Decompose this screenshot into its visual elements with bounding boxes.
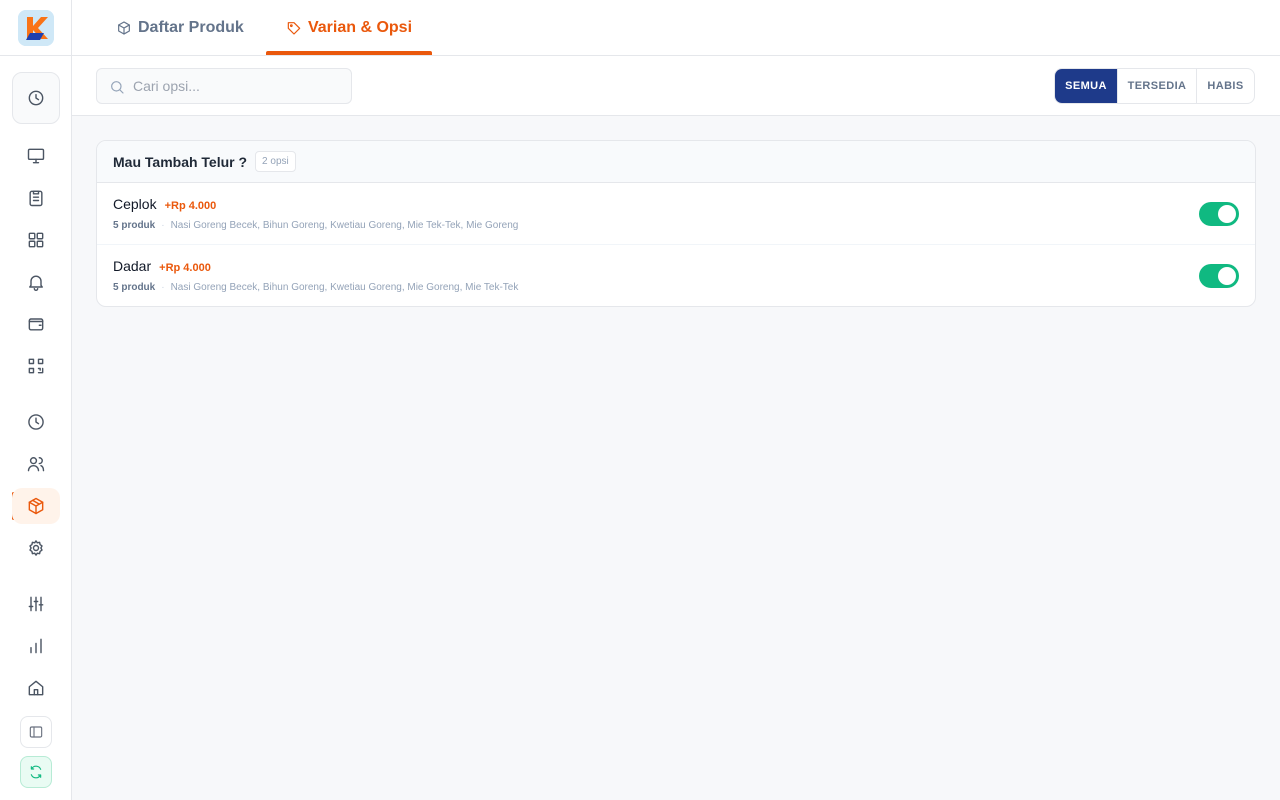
- history-icon: [28, 414, 44, 430]
- filter-tersedia-button[interactable]: TERSEDIA: [1118, 69, 1197, 103]
- separator-dot: ·: [161, 282, 165, 293]
- wallet-icon: [28, 318, 44, 331]
- sync-icon: [30, 765, 42, 779]
- sidebar-item-notifications[interactable]: [12, 264, 60, 300]
- users-icon: [27, 457, 45, 472]
- option-product-count: 5 produk: [113, 220, 156, 231]
- availability-filter: SEMUA TERSEDIA HABIS: [1054, 68, 1255, 104]
- panel-icon: [29, 726, 43, 738]
- option-availability-toggle[interactable]: [1199, 202, 1239, 226]
- filter-toolbar: SEMUA TERSEDIA HABIS: [72, 56, 1280, 116]
- qr-scan-icon: [28, 358, 44, 374]
- option-row: Dadar +Rp 4.000 5 produk · Nasi Goreng B…: [97, 245, 1255, 306]
- clipboard-icon: [29, 190, 43, 207]
- option-row: Ceplok +Rp 4.000 5 produk · Nasi Goreng …: [97, 183, 1255, 245]
- search-icon: [111, 81, 124, 94]
- sidebar-item-qr[interactable]: [12, 348, 60, 384]
- bar-chart-icon: [30, 638, 42, 654]
- option-product-count: 5 produk: [113, 282, 156, 293]
- sidebar-item-settings[interactable]: [12, 530, 60, 566]
- tag-icon: [287, 22, 301, 35]
- sidebar-item-menu[interactable]: [12, 222, 60, 258]
- sidebar-item-store[interactable]: [12, 670, 60, 706]
- sync-button[interactable]: [20, 756, 52, 788]
- sidebar-divider: [0, 55, 72, 56]
- separator-dot: ·: [161, 220, 165, 231]
- active-tab-underline: [266, 51, 432, 55]
- option-product-list: Nasi Goreng Becek, Bihun Goreng, Kwetiau…: [170, 220, 519, 231]
- sidebar-item-orders[interactable]: [12, 180, 60, 216]
- option-count-badge: 2 opsi: [255, 151, 296, 172]
- collapse-sidebar-button[interactable]: [20, 716, 52, 748]
- tab-label: Varian & Opsi: [307, 19, 413, 36]
- bell-icon: [29, 275, 43, 291]
- option-group-header: Mau Tambah Telur ? 2 opsi: [97, 141, 1255, 183]
- search-box: [96, 68, 352, 104]
- grid-icon: [28, 232, 44, 248]
- logo-icon: [18, 10, 54, 46]
- clock-icon: [28, 90, 44, 106]
- top-tab-bar: Daftar Produk Varian & Opsi: [72, 0, 1280, 56]
- sidebar-item-adjustments[interactable]: [12, 586, 60, 622]
- sidebar-item-wallet[interactable]: [12, 306, 60, 342]
- sidebar-item-customers[interactable]: [12, 446, 60, 482]
- search-input[interactable]: [133, 69, 343, 103]
- toggle-knob: [1218, 267, 1236, 285]
- home-icon: [28, 680, 44, 696]
- sidebar-item-products[interactable]: [12, 488, 60, 524]
- filter-semua-button[interactable]: SEMUA: [1055, 69, 1118, 103]
- monitor-icon: [27, 148, 45, 164]
- option-name: Dadar: [113, 258, 152, 274]
- option-group-card: Mau Tambah Telur ? 2 opsi Ceplok +Rp 4.0…: [96, 140, 1256, 307]
- option-availability-toggle[interactable]: [1199, 264, 1239, 288]
- option-name: Ceplok: [113, 196, 157, 212]
- sidebar-item-history[interactable]: [12, 404, 60, 440]
- tab-label: Daftar Produk: [138, 19, 244, 36]
- tab-varian-opsi[interactable]: Varian & Opsi: [266, 0, 432, 56]
- package-icon: [28, 497, 44, 515]
- filter-habis-button[interactable]: HABIS: [1197, 69, 1254, 103]
- option-price: +Rp 4.000: [164, 200, 217, 212]
- option-price: +Rp 4.000: [159, 262, 211, 274]
- sidebar-item-pos[interactable]: [12, 138, 60, 174]
- sidebar-item-reports[interactable]: [12, 628, 60, 664]
- gear-icon: [29, 540, 43, 556]
- sidebar-item-recent[interactable]: [12, 72, 60, 124]
- cube-icon: [118, 21, 130, 35]
- toggle-knob: [1218, 205, 1236, 223]
- tab-daftar-produk[interactable]: Daftar Produk: [116, 0, 244, 56]
- app-logo[interactable]: [18, 10, 54, 46]
- option-product-list: Nasi Goreng Becek, Bihun Goreng, Kwetiau…: [170, 282, 519, 293]
- sidebar: [0, 0, 72, 800]
- option-group-title: Mau Tambah Telur ?: [113, 153, 248, 170]
- sliders-icon: [28, 596, 44, 612]
